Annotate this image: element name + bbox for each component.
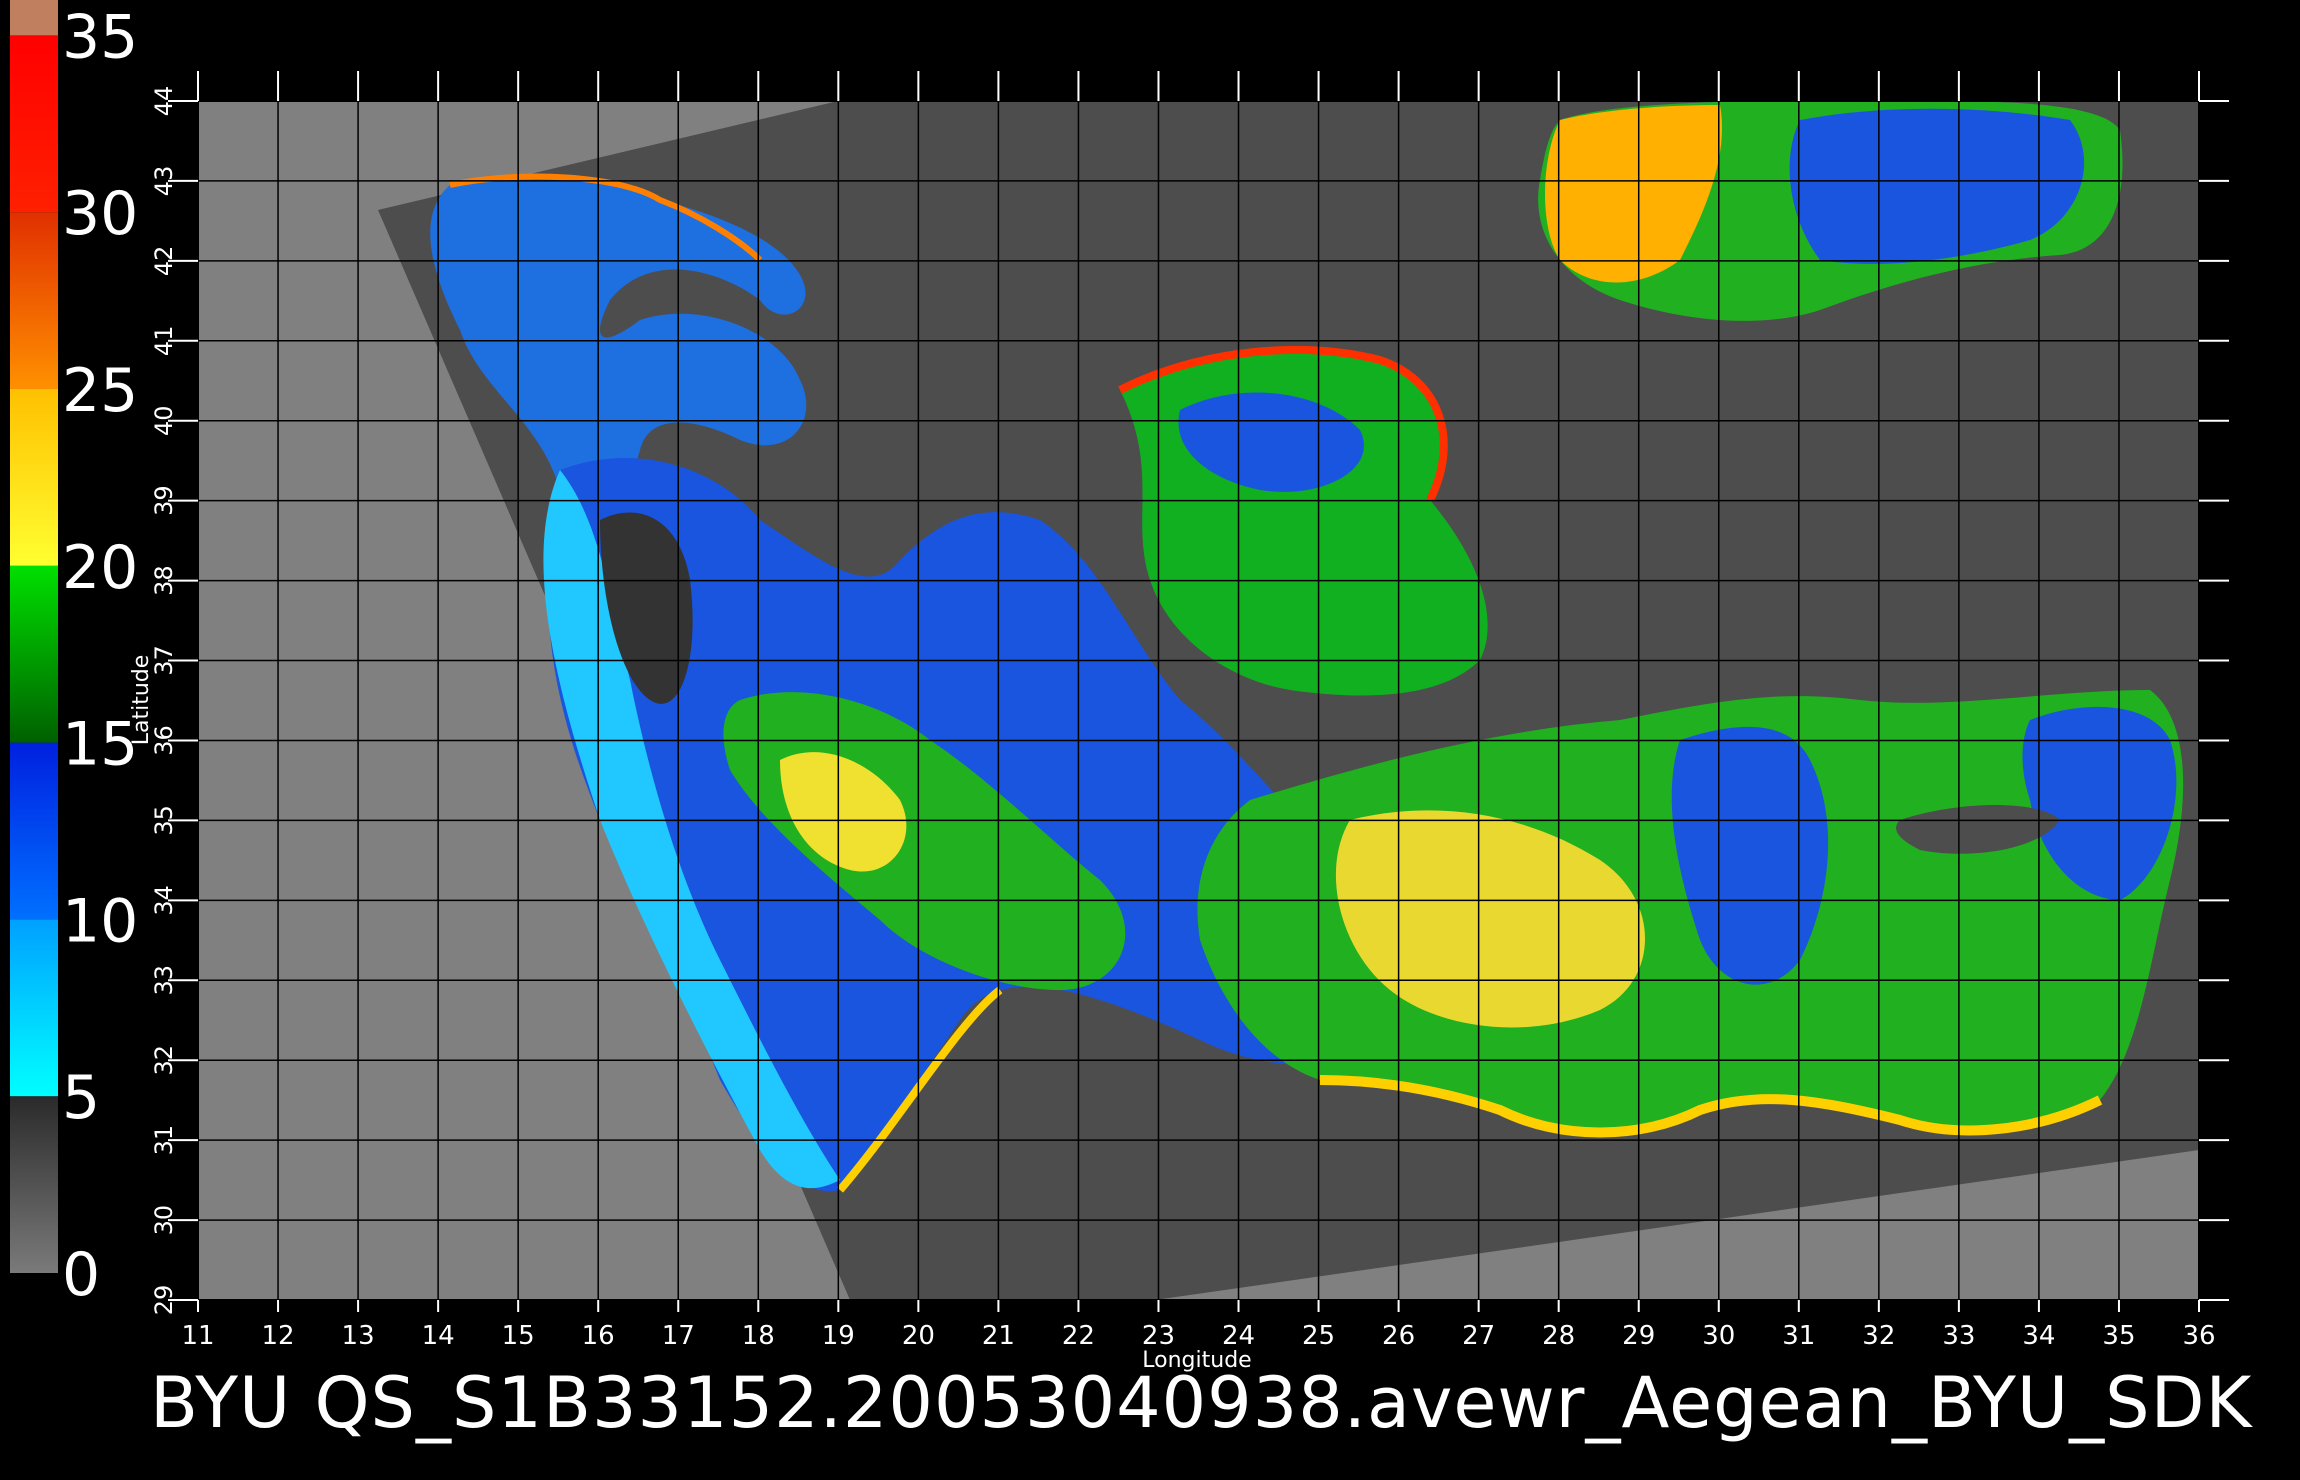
lon-tick-label: 27 xyxy=(1462,1321,1495,1351)
lon-tick-label: 29 xyxy=(1622,1321,1655,1351)
lat-tick-label: 29 xyxy=(150,1285,178,1316)
lon-tick-label: 13 xyxy=(342,1321,375,1351)
colorbar-label: 10 xyxy=(62,886,138,956)
lon-tick-label: 15 xyxy=(502,1321,535,1351)
lat-tick-label: 38 xyxy=(150,565,178,596)
colorbar-segment xyxy=(10,35,58,213)
colorbar-segment xyxy=(10,919,58,1097)
lon-tick-label: 17 xyxy=(662,1321,695,1351)
lat-tick-label: 40 xyxy=(150,405,178,436)
lon-tick-label: 25 xyxy=(1302,1321,1335,1351)
lon-tick-label: 19 xyxy=(822,1321,855,1351)
lon-tick-label: 18 xyxy=(742,1321,775,1351)
lon-tick-label: 22 xyxy=(1062,1321,1095,1351)
latitude-tick-labels: 29 30 31 32 33 34 35 36 37 38 39 40 41 42 43 44 xyxy=(150,86,178,1316)
figure-title: BYU QS_S1B33152.20053040938.avewr_Aegean… xyxy=(150,1362,2253,1444)
lon-tick-label: 12 xyxy=(261,1321,294,1351)
lon-tick-label: 34 xyxy=(2022,1321,2055,1351)
lat-tick-label: 44 xyxy=(150,86,178,117)
colorbar-label: 20 xyxy=(62,533,138,603)
colorbar-segment xyxy=(10,742,58,920)
lon-tick-label: 21 xyxy=(982,1321,1015,1351)
lat-tick-label: 35 xyxy=(150,805,178,836)
lon-tick-label: 33 xyxy=(1942,1321,1975,1351)
lat-tick-label: 36 xyxy=(150,725,178,756)
lon-tick-label: 16 xyxy=(582,1321,615,1351)
lat-tick-label: 32 xyxy=(150,1045,178,1076)
lat-tick-label: 37 xyxy=(150,645,178,676)
colorbar-label: 5 xyxy=(62,1063,100,1133)
colorbar-segment xyxy=(10,388,58,566)
lon-tick-label: 23 xyxy=(1142,1321,1175,1351)
lat-tick-label: 41 xyxy=(150,326,178,357)
lat-tick-label: 42 xyxy=(150,246,178,277)
lat-tick-label: 34 xyxy=(150,885,178,916)
map-area xyxy=(198,101,2199,1300)
colorbar-segment xyxy=(10,565,58,743)
lon-tick-label: 14 xyxy=(422,1321,455,1351)
lon-tick-label: 35 xyxy=(2102,1321,2135,1351)
lon-tick-label: 11 xyxy=(181,1321,214,1351)
lon-tick-label: 28 xyxy=(1542,1321,1575,1351)
longitude-tick-labels: 11 12 13 14 15 16 17 18 19 20 21 22 23 24 25 26 27 28 29 30… xyxy=(181,1321,2215,1351)
lon-tick-label: 26 xyxy=(1382,1321,1415,1351)
colorbar-label: 15 xyxy=(62,710,138,780)
colorbar-segment xyxy=(10,0,58,36)
lon-tick-label: 32 xyxy=(1862,1321,1895,1351)
colorbar-label: 25 xyxy=(62,356,138,426)
lat-tick-label: 43 xyxy=(150,166,178,197)
colorbar-labels: 0 5 10 15 20 25 30 35 xyxy=(62,2,138,1310)
lon-tick-label: 31 xyxy=(1782,1321,1815,1351)
y-axis-label: Latitude xyxy=(129,655,154,746)
lon-tick-label: 30 xyxy=(1702,1321,1735,1351)
colorbar-label: 30 xyxy=(62,179,138,249)
lon-tick-label: 20 xyxy=(902,1321,935,1351)
colorbar-segment xyxy=(10,1096,58,1273)
lon-tick-label: 36 xyxy=(2182,1321,2215,1351)
lat-tick-label: 31 xyxy=(150,1125,178,1156)
wind-map-figure: 0 5 10 15 20 25 30 35 11 12 13 14 15 16 17 18 1… xyxy=(10,0,2229,1373)
lat-tick-label: 33 xyxy=(150,965,178,996)
colorbar-segment xyxy=(10,212,58,389)
colorbar-label: 0 xyxy=(62,1240,100,1310)
colorbar-label: 35 xyxy=(62,2,138,72)
lat-tick-label: 39 xyxy=(150,485,178,516)
lon-tick-label: 24 xyxy=(1222,1321,1255,1351)
lat-tick-label: 30 xyxy=(150,1205,178,1236)
colorbar xyxy=(10,0,58,1273)
